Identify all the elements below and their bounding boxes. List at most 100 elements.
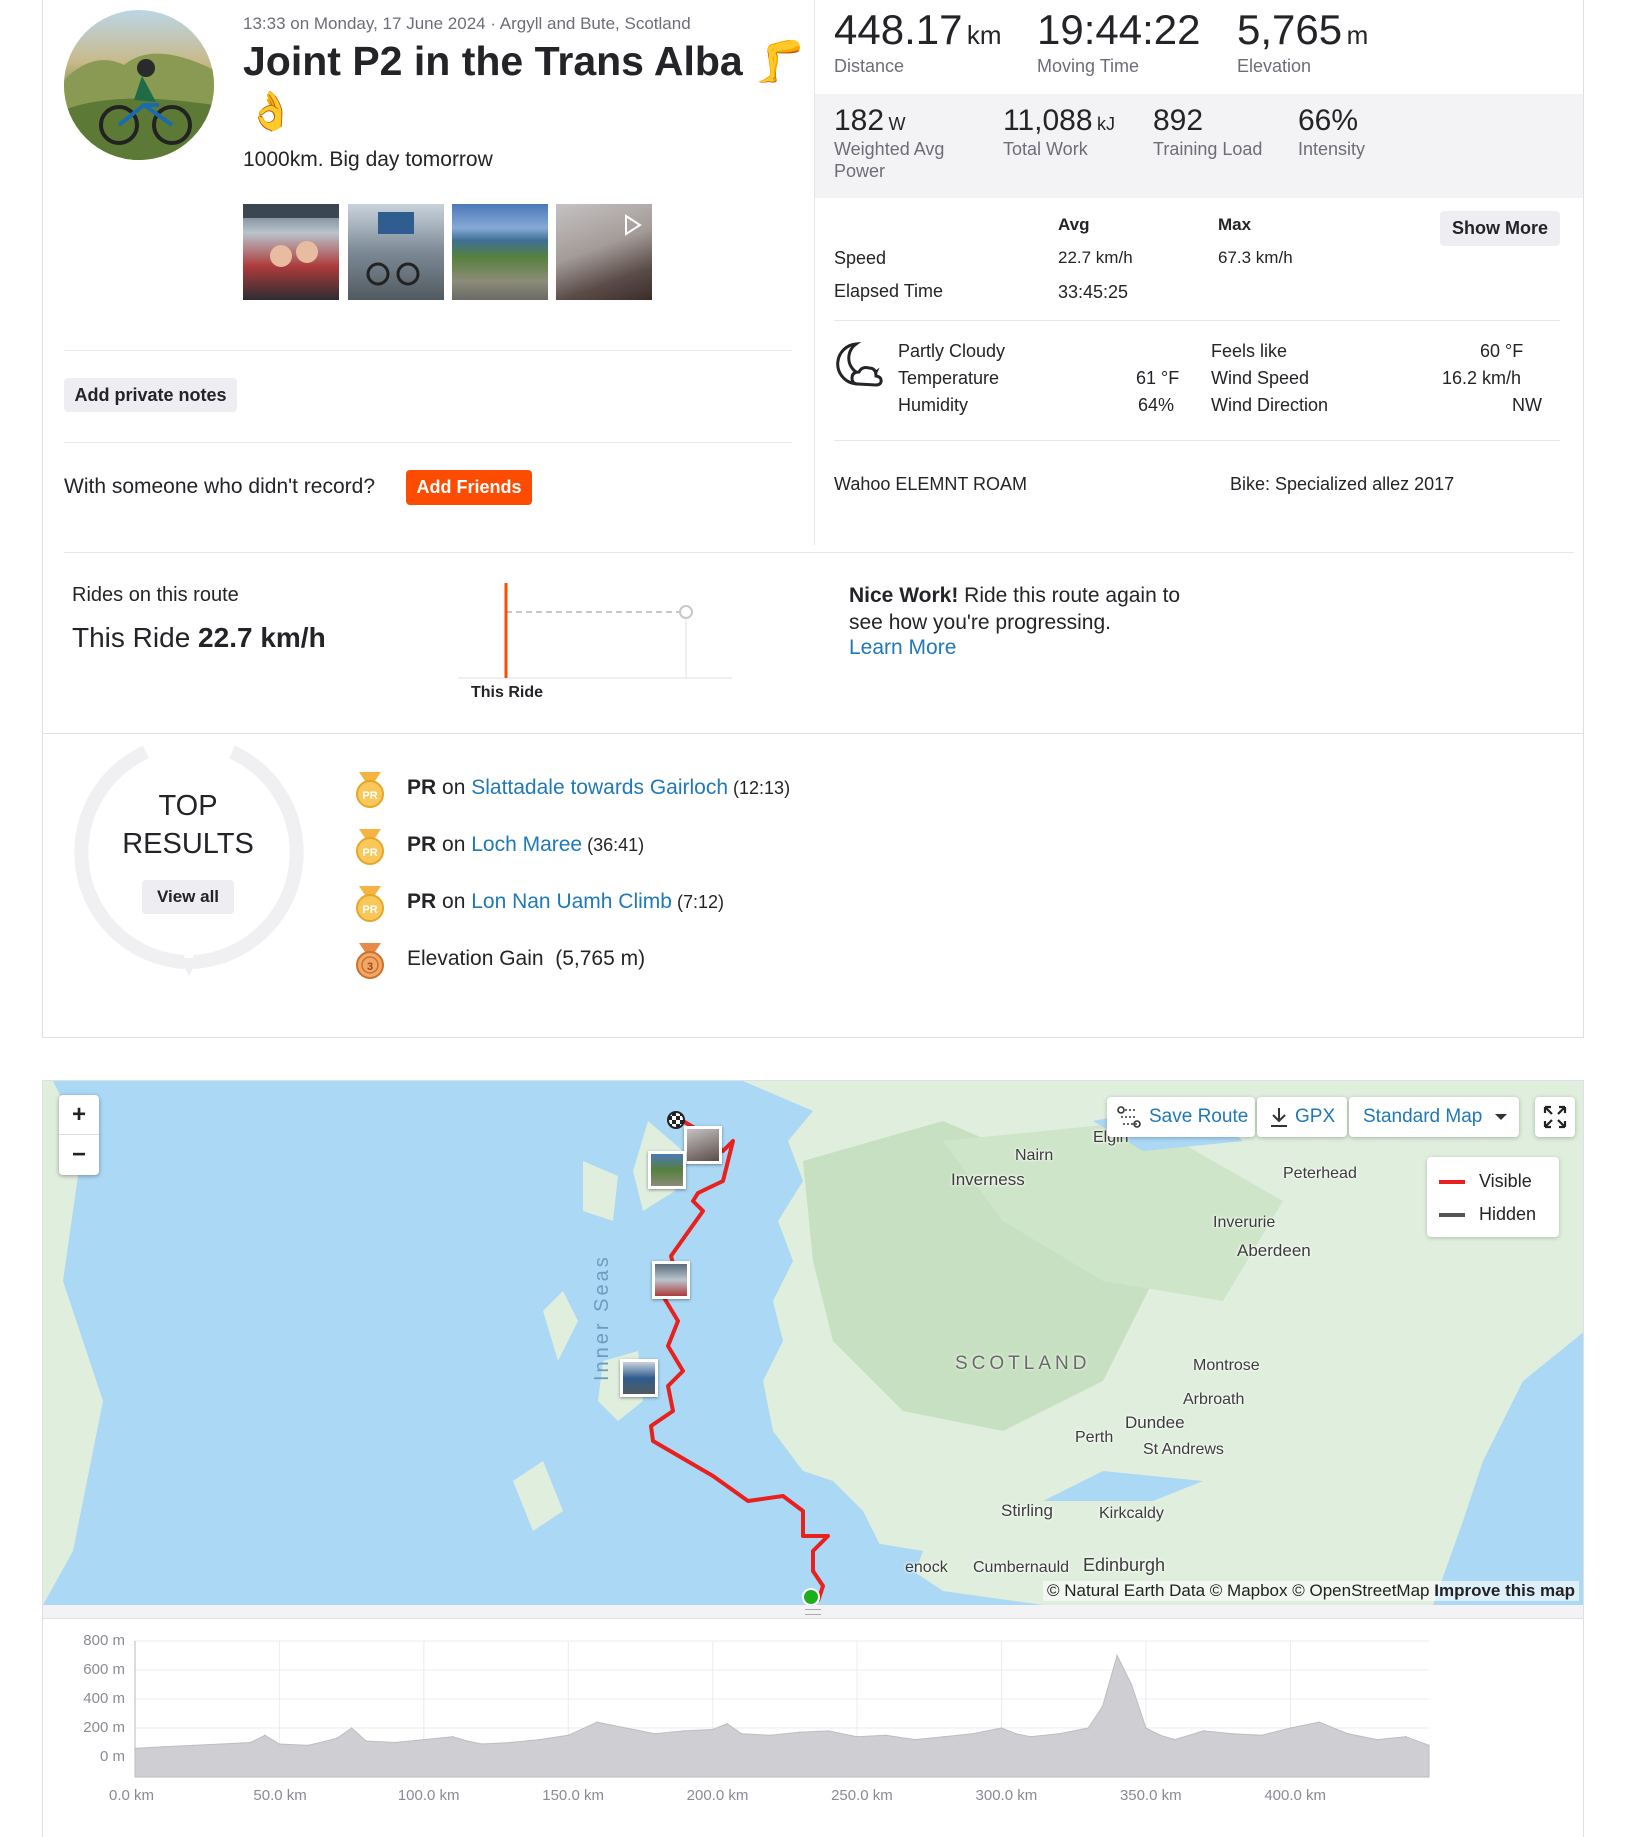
humidity-label: Humidity — [898, 395, 969, 415]
add-private-notes-button[interactable]: Add private notes — [64, 378, 237, 412]
elevation-point — [885, 1734, 887, 1737]
gpx-download-button[interactable]: GPX — [1257, 1097, 1347, 1137]
moving-time-stat: 19:44:22 Moving Time — [1037, 6, 1201, 76]
city-label: Inverness — [951, 1170, 1025, 1189]
speed-label: Speed — [834, 248, 887, 268]
elapsed-time-label: Elapsed Time — [834, 281, 944, 301]
segment-link[interactable]: Slattadale towards Gairloch — [471, 776, 728, 799]
city-label: Perth — [1075, 1429, 1114, 1446]
elevation-point — [798, 1731, 801, 1734]
divider — [64, 552, 1574, 553]
svg-text:PR: PR — [362, 790, 377, 802]
elevation-point — [278, 1743, 281, 1745]
elevation-point — [1130, 1683, 1133, 1686]
save-route-button[interactable]: Save Route — [1107, 1097, 1255, 1137]
bike-name: Bike: Specialized allez 2017 — [1230, 474, 1455, 494]
distance-stat: 448.17 km Distance — [834, 6, 1002, 76]
photo-marker[interactable] — [620, 1359, 658, 1397]
speed-avg: 22.7 km/h — [1058, 248, 1133, 267]
divider — [64, 350, 792, 351]
pr-label: PR — [407, 776, 437, 799]
top-results-title-2: RESULTS — [122, 828, 254, 860]
city-label: Nairn — [1015, 1147, 1054, 1164]
city-label: Inverurie — [1213, 1214, 1276, 1231]
divider — [64, 442, 792, 443]
elevation-point — [683, 1730, 685, 1732]
improve-map-link[interactable]: Improve this map — [1434, 1581, 1575, 1600]
city-label: Stirling — [1001, 1501, 1053, 1520]
play-icon — [625, 214, 642, 236]
route-map[interactable]: Inner Seas SCOTLAND Elgin Nairn Invernes… — [43, 1081, 1583, 1605]
elevation-point — [914, 1738, 916, 1741]
elevation-point — [1000, 1727, 1003, 1729]
zoom-in-button[interactable]: + — [59, 1095, 99, 1135]
elevation-point — [1159, 1734, 1162, 1737]
route-rides-title: Rides on this route — [72, 584, 239, 606]
result-item: 3 Elevation Gain (5,765 m) — [355, 941, 815, 981]
elevation-point — [769, 1734, 772, 1737]
temperature-label: Temperature — [898, 368, 1000, 388]
elevation-point — [1145, 1727, 1147, 1729]
city-label: Dundee — [1125, 1413, 1185, 1432]
svg-text:PR: PR — [362, 904, 377, 916]
activity-title: Joint P2 in the Trans Alba 🦵 — [243, 38, 806, 84]
elevation-point — [1347, 1733, 1349, 1735]
start-marker[interactable] — [802, 1588, 820, 1605]
total-work-stat: 11,088 kJ Total Work — [1003, 104, 1115, 159]
photo-marker[interactable] — [652, 1261, 690, 1299]
route-comparison-chart — [458, 583, 732, 679]
elevation-point — [726, 1722, 728, 1725]
elevation-point — [394, 1741, 396, 1744]
resize-handle[interactable] — [43, 1605, 1583, 1619]
photo-thumbnail-3[interactable] — [452, 204, 548, 300]
elevation-point — [509, 1741, 512, 1744]
elevation-plot[interactable] — [43, 1621, 1584, 1837]
photo-marker[interactable] — [648, 1151, 686, 1189]
elevation-point — [451, 1735, 454, 1738]
segment-link[interactable]: Lon Nan Uamh Climb — [471, 890, 672, 913]
view-all-button[interactable]: View all — [142, 880, 234, 914]
show-more-button[interactable]: Show More — [1440, 211, 1560, 246]
pr-label: PR — [407, 890, 437, 913]
city-label: St Andrews — [1143, 1441, 1224, 1458]
city-label: enock — [905, 1559, 948, 1576]
elevation-point — [1087, 1727, 1089, 1729]
elevation-point — [1260, 1734, 1263, 1737]
result-item: PR PR on Slattadale towards Gairloch (12… — [355, 770, 815, 810]
photo-thumbnail-1[interactable] — [243, 204, 339, 300]
map-attribution: © Natural Earth Data © Mapbox © OpenStre… — [1043, 1581, 1579, 1601]
nice-work-message: Nice Work! Ride this route again to see … — [849, 584, 1181, 634]
map-type-dropdown[interactable]: Standard Map — [1349, 1097, 1519, 1137]
temperature-value: 61 °F — [1136, 368, 1180, 388]
elapsed-time-value: 33:45:25 — [1058, 282, 1129, 302]
device-name: Wahoo ELEMNT ROAM — [834, 474, 1028, 494]
elevation-point — [1058, 1733, 1061, 1735]
avatar[interactable] — [64, 10, 214, 160]
expand-icon — [1543, 1105, 1567, 1129]
photo-marker[interactable] — [684, 1126, 722, 1164]
map-canvas — [43, 1081, 1583, 1605]
activity-description: 1000km. Big day tomorrow — [243, 148, 493, 171]
speed-max: 67.3 km/h — [1218, 248, 1293, 267]
fullscreen-button[interactable] — [1535, 1097, 1575, 1137]
photo-thumbnail-2[interactable] — [348, 204, 444, 300]
zoom-out-button[interactable]: − — [59, 1135, 99, 1174]
elevation-point — [350, 1727, 353, 1729]
elevation-point — [1015, 1733, 1017, 1735]
add-friends-button[interactable]: Add Friends — [406, 470, 532, 505]
weather-condition: Partly Cloudy — [898, 341, 1006, 361]
elevation-point — [1289, 1727, 1292, 1729]
legend-visible: Visible — [1479, 1171, 1532, 1191]
svg-text:PR: PR — [362, 847, 377, 859]
city-label: Edinburgh — [1083, 1555, 1166, 1575]
segment-link[interactable]: Loch Maree — [471, 833, 582, 856]
feels-like-label: Feels like — [1211, 341, 1288, 361]
elevation-point — [423, 1738, 425, 1741]
activity-meta: 13:33 on Monday, 17 June 2024 · Argyll a… — [243, 14, 691, 33]
video-thumbnail[interactable] — [556, 204, 652, 300]
finish-flag-icon[interactable] — [667, 1111, 685, 1129]
learn-more-link[interactable]: Learn More — [849, 636, 956, 660]
wind-direction-value: NW — [1512, 395, 1542, 415]
result-item: PR PR on Lon Nan Uamh Climb (7:12) — [355, 884, 815, 924]
city-label: Aberdeen — [1237, 1241, 1311, 1260]
